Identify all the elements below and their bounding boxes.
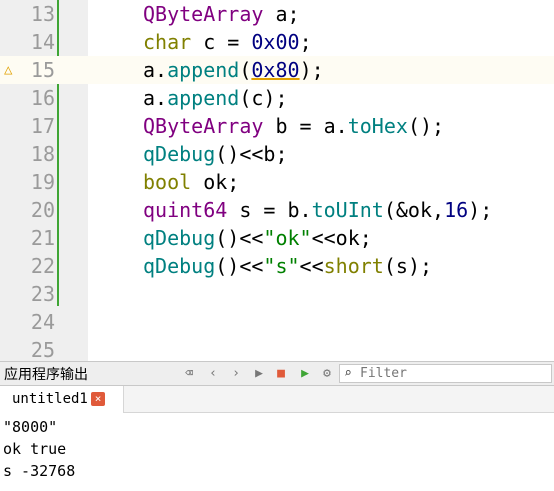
line-number: 21: [30, 226, 55, 250]
code-token: qDebug: [143, 226, 216, 250]
stop-icon[interactable]: ■: [272, 365, 290, 383]
line-number: 22: [30, 254, 55, 278]
code-text: a.append(c);: [143, 84, 288, 112]
line-number: 19: [30, 170, 55, 194]
close-icon[interactable]: ×: [91, 392, 105, 406]
line-number: 24: [30, 310, 55, 334]
code-token: qDebug: [143, 142, 216, 166]
clear-icon[interactable]: ⌫: [180, 365, 198, 383]
code-token: (&ok,: [383, 198, 445, 222]
code-line[interactable]: 17 QByteArray b = a.toHex();: [0, 112, 554, 140]
code-line[interactable]: 15 △ a.append(0x80);: [0, 56, 554, 84]
code-token: toHex: [347, 114, 408, 138]
code-token: short: [323, 254, 384, 278]
output-text: "8000" ok true s -32768: [0, 413, 554, 491]
code-text: qDebug()<<b;: [143, 140, 288, 168]
code-token: "s": [263, 254, 300, 278]
line-number: 17: [30, 114, 55, 138]
line-number: 16: [30, 86, 55, 110]
code-text: qDebug()<<"ok"<<ok;: [143, 224, 372, 252]
code-line[interactable]: 18 qDebug()<<b;: [0, 140, 554, 168]
line-number: 14: [30, 30, 55, 54]
code-token: append: [167, 86, 240, 110]
settings-icon[interactable]: ⚙: [318, 365, 336, 383]
code-token: c =: [191, 30, 252, 54]
code-token: );: [468, 198, 493, 222]
debug-run-icon[interactable]: ▶: [296, 365, 314, 383]
code-line[interactable]: 21 qDebug()<<"ok"<<ok;: [0, 224, 554, 252]
code-token: );: [299, 58, 324, 82]
code-token: a.: [143, 86, 168, 110]
output-line: "8000": [3, 418, 58, 436]
code-token: (s);: [383, 254, 433, 278]
code-line[interactable]: 14 char c = 0x00;: [0, 28, 554, 56]
code-token: ok;: [191, 170, 240, 194]
code-token: char: [143, 30, 192, 54]
code-token: append: [167, 58, 240, 82]
code-token: ()<<b;: [215, 142, 288, 166]
code-token: ();: [407, 114, 445, 138]
code-token: <<ok;: [311, 226, 372, 250]
panel-title: 应用程序输出: [4, 367, 88, 383]
code-text: a.append(0x80);: [143, 56, 324, 84]
code-line[interactable]: 19 bool ok;: [0, 168, 554, 196]
line-number: 20: [30, 198, 55, 222]
code-line[interactable]: 23: [0, 280, 554, 308]
filter-field[interactable]: ⌕: [339, 364, 552, 383]
code-line[interactable]: 25: [0, 336, 554, 361]
code-token: a;: [263, 2, 300, 26]
tab-untitled1[interactable]: untitled1 ×: [0, 386, 124, 413]
application-output-toolbar: 应用程序输出 ⌫ ‹ › ▶ ■ ▶ ⚙ ⌕: [0, 361, 554, 386]
code-token: qDebug: [143, 254, 216, 278]
code-token: a.: [143, 58, 168, 82]
code-line[interactable]: 22 qDebug()<<"s"<<short(s);: [0, 252, 554, 280]
code-token: ()<<: [215, 254, 264, 278]
code-token: <<: [299, 254, 324, 278]
prev-icon[interactable]: ‹: [204, 365, 222, 383]
search-icon: ⌕: [344, 366, 352, 381]
code-token: 0x00: [251, 30, 300, 54]
code-token: 0x80: [251, 58, 300, 82]
next-icon[interactable]: ›: [227, 365, 245, 383]
code-token: (c);: [239, 86, 288, 110]
code-token: "ok": [263, 226, 312, 250]
output-tabs: untitled1 ×: [0, 386, 554, 413]
output-line: ok true: [3, 440, 67, 458]
code-token: quint64: [143, 198, 228, 222]
code-token: s = b.: [227, 198, 312, 222]
code-text: QByteArray b = a.toHex();: [143, 112, 444, 140]
run-icon[interactable]: ▶: [250, 365, 268, 383]
output-line: s -32768: [3, 462, 76, 480]
tab-label: untitled1: [12, 391, 88, 407]
code-text: bool ok;: [143, 168, 239, 196]
line-number: 25: [30, 338, 55, 361]
code-token: (: [239, 58, 252, 82]
code-line[interactable]: 24: [0, 308, 554, 336]
line-number: 18: [30, 142, 55, 166]
code-token: ;: [299, 30, 312, 54]
code-line[interactable]: 13 QByteArray a;: [0, 0, 554, 28]
code-text: char c = 0x00;: [143, 28, 312, 56]
code-token: QByteArray: [143, 114, 264, 138]
code-token: 16: [444, 198, 469, 222]
code-text: quint64 s = b.toUInt(&ok,16);: [143, 196, 492, 224]
code-token: bool: [143, 170, 192, 194]
filter-input[interactable]: [360, 365, 550, 382]
code-editor[interactable]: 13 QByteArray a; 14 char c = 0x00; 15 △ a.appe…: [0, 0, 554, 361]
line-number: 23: [30, 282, 55, 306]
line-number: 13: [30, 2, 55, 26]
code-text: QByteArray a;: [143, 0, 300, 28]
code-line[interactable]: 20 quint64 s = b.toUInt(&ok,16);: [0, 196, 554, 224]
code-token: b = a.: [263, 114, 348, 138]
warning-icon[interactable]: △: [4, 56, 12, 84]
code-token: ()<<: [215, 226, 264, 250]
code-line[interactable]: 16 a.append(c);: [0, 84, 554, 112]
code-text: qDebug()<<"s"<<short(s);: [143, 252, 432, 280]
code-token: toUInt: [311, 198, 384, 222]
code-token: QByteArray: [143, 2, 264, 26]
